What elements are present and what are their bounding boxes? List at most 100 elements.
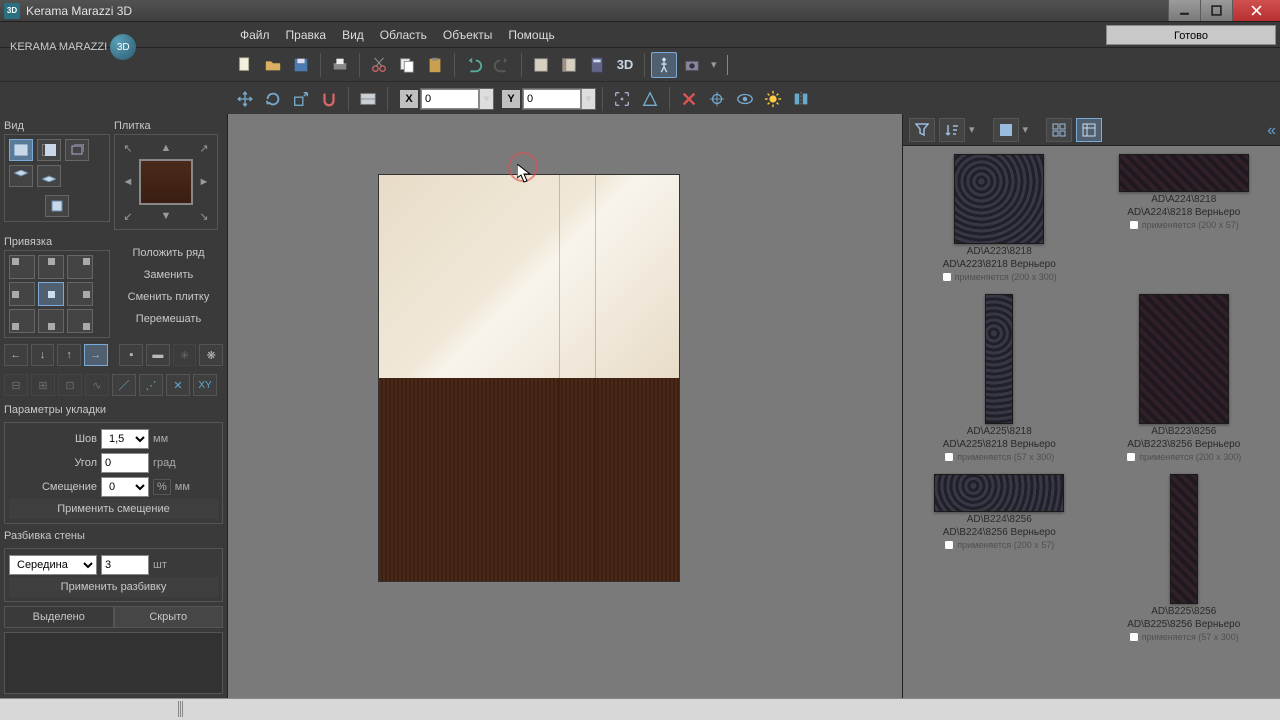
catalog-tile[interactable]: AD\A224\8218AD\A224\8218 Верньероприменя… [1096,154,1273,282]
cross-icon[interactable]: ✕ [166,374,190,396]
line1-icon[interactable]: ／ [112,374,136,396]
tile-thumb[interactable] [1139,294,1229,424]
eye-icon[interactable] [732,86,758,112]
open-folder-icon[interactable] [260,52,286,78]
view-thumbs-icon[interactable] [993,118,1019,142]
sort-dd[interactable]: ▾ [969,123,975,136]
catalog-tile[interactable]: AD\B224\8256AD\B224\8256 Верньероприменя… [911,474,1088,642]
new-file-icon[interactable] [232,52,258,78]
tile-thumbnail[interactable] [139,159,193,205]
move-icon[interactable] [232,86,258,112]
view-btn-4[interactable] [9,165,33,187]
layout-2-icon[interactable]: ▬ [146,344,170,366]
catalog-tile[interactable]: AD\B225\8256AD\B225\8256 Верньероприменя… [1096,474,1273,642]
triangle-icon[interactable] [637,86,663,112]
view-front-icon[interactable] [528,52,554,78]
anchor-ml[interactable] [9,282,35,306]
action-shuffle[interactable]: Перемешать [114,310,223,328]
grid-view-icon[interactable] [1046,118,1072,142]
print-icon[interactable] [327,52,353,78]
delete-icon[interactable] [676,86,702,112]
y-input[interactable] [523,89,581,109]
redo-icon[interactable] [489,52,515,78]
calculator-icon[interactable] [584,52,610,78]
minimize-button[interactable] [1168,0,1200,21]
catalog-grid[interactable]: AD\A223\8218AD\A223\8218 Верньероприменя… [903,146,1280,698]
tab-hidden[interactable]: Скрыто [114,606,224,627]
save-icon[interactable] [288,52,314,78]
layout-1-icon[interactable]: ▪ [119,344,143,366]
detail-view-icon[interactable] [1076,118,1102,142]
tile-arrow-right[interactable]: ► [195,159,213,205]
menu-view[interactable]: Вид [334,24,372,46]
menu-help[interactable]: Помощь [500,24,562,46]
layout-3-icon[interactable]: ✳ [173,344,197,366]
tile-thumb[interactable] [1170,474,1198,604]
view-dd[interactable]: ▾ [1023,123,1029,136]
canvas-viewport[interactable] [228,114,902,698]
layout-4-icon[interactable]: ❋ [199,344,223,366]
filter-icon[interactable] [909,118,935,142]
tile-arrow-up[interactable]: ▲ [139,139,193,157]
undo-icon[interactable] [461,52,487,78]
anchor-mc[interactable] [38,282,64,306]
y-input-wrap[interactable]: ▾ [522,88,596,110]
dir-up-icon[interactable]: ↑ [57,344,81,366]
tile-used-checkbox[interactable] [944,452,954,462]
apply-smesh-button[interactable]: Применить смещение [9,499,218,519]
tile-arrow-left[interactable]: ◄ [119,159,137,205]
curve-icon[interactable]: ∿ [85,374,109,396]
anchor-bl[interactable] [9,309,35,333]
razb-count-input[interactable] [101,555,149,575]
action-change-tile[interactable]: Сменить плитку [114,288,223,306]
x-input[interactable] [421,89,479,109]
tile-thumb[interactable] [985,294,1013,424]
tile-thumb[interactable] [1119,154,1249,192]
copy-icon[interactable] [394,52,420,78]
anchor-tc[interactable] [38,255,64,279]
shov-input[interactable]: 1,5 [101,429,149,449]
anchor-tr[interactable] [67,255,93,279]
menu-edit[interactable]: Правка [278,24,335,46]
maximize-button[interactable] [1200,0,1232,21]
target-icon[interactable] [704,86,730,112]
tile-used-checkbox[interactable] [1126,452,1136,462]
dir-right-icon[interactable]: → [84,344,108,366]
mirror-icon[interactable] [788,86,814,112]
splitter-handle[interactable] [178,701,184,717]
grid-icon[interactable] [355,86,381,112]
cut-icon[interactable] [366,52,392,78]
camera-icon[interactable] [679,52,705,78]
tile-used-checkbox[interactable] [944,540,954,550]
action-put-row[interactable]: Положить ряд [114,244,223,262]
tile-corner-bl[interactable]: ↙ [119,207,137,225]
anchor-mr[interactable] [67,282,93,306]
pct-button[interactable]: % [153,479,171,495]
view-btn-2[interactable] [37,139,61,161]
apply-razb-button[interactable]: Применить разбивку [9,577,218,597]
action-replace[interactable]: Заменить [114,266,223,284]
tile-thumb[interactable] [934,474,1064,512]
collapse-right-icon[interactable]: « [1267,122,1276,140]
view-btn-1[interactable] [9,139,33,161]
dropdown-arrow-icon[interactable]: ▾ [707,58,721,71]
tile-corner-tr[interactable]: ↗ [195,139,213,157]
sun-icon[interactable] [760,86,786,112]
table-icon[interactable]: ⊡ [58,374,82,396]
grid-snap-icon[interactable] [609,86,635,112]
view-3d-icon[interactable]: 3D [612,52,638,78]
tab-selected[interactable]: Выделено [4,606,114,627]
catalog-tile[interactable]: AD\A225\8218AD\A225\8218 Верньероприменя… [911,294,1088,462]
snap-icon[interactable] [316,86,342,112]
close-button[interactable] [1232,0,1280,21]
menu-file[interactable]: Файл [232,24,278,46]
view-btn-5[interactable] [37,165,61,187]
ruler-v-icon[interactable]: ⊞ [31,374,55,396]
menu-objects[interactable]: Объекты [435,24,501,46]
ruler-h-icon[interactable]: ⊟ [4,374,28,396]
tile-thumb[interactable] [954,154,1044,244]
tile-used-checkbox[interactable] [1129,632,1139,642]
smesh-input[interactable]: 0 [101,477,149,497]
view-btn-3[interactable] [65,139,89,161]
menu-area[interactable]: Область [372,24,435,46]
